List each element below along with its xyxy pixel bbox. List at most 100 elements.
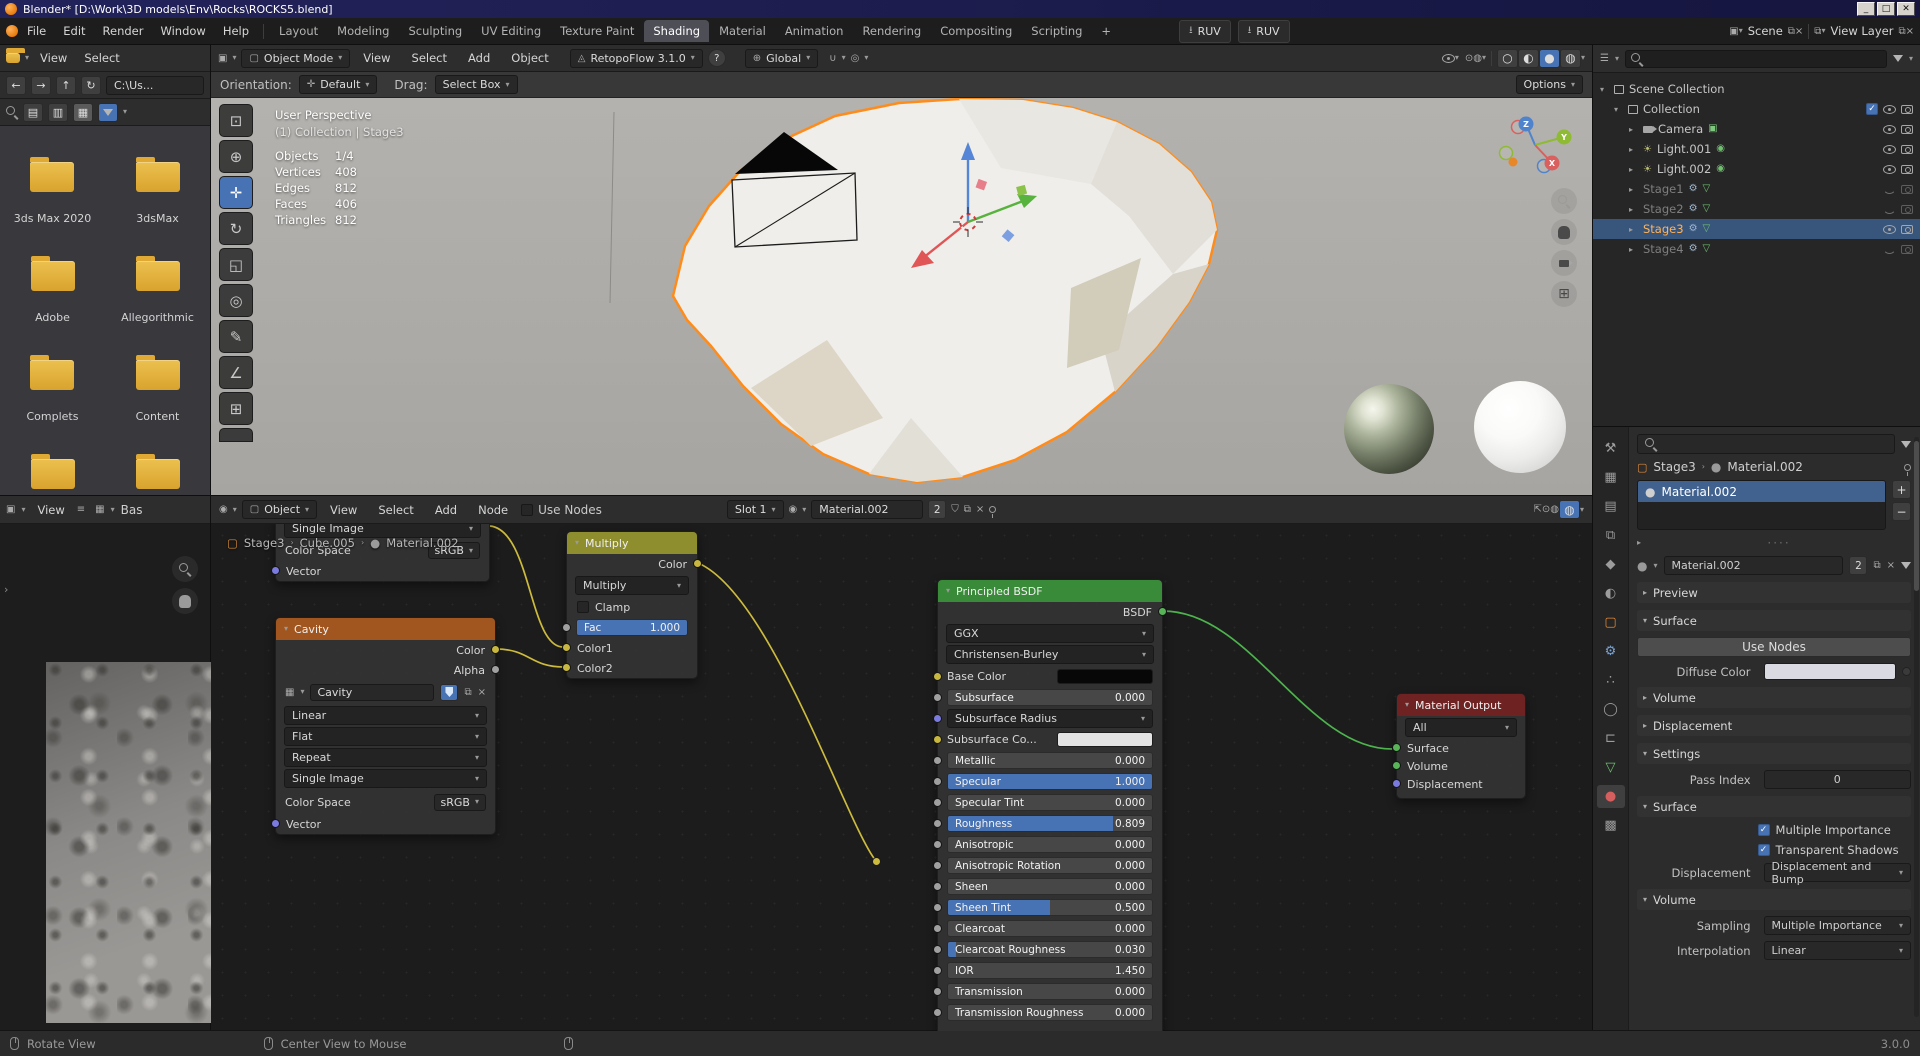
menu-render[interactable]: Render xyxy=(95,21,152,41)
subsurface-method-dropdown[interactable]: Christensen-Burley ▾ xyxy=(946,645,1154,664)
pan-hand-icon[interactable] xyxy=(1551,219,1577,245)
eye-icon[interactable] xyxy=(1883,164,1896,174)
transparent-shadows-checkbox[interactable]: ✓ xyxy=(1757,844,1770,856)
section-surface[interactable]: ▾ Surface xyxy=(1637,610,1911,631)
tool-transform[interactable]: ◎ xyxy=(219,284,253,317)
collapse-icon[interactable]: ▾ xyxy=(946,587,950,595)
new-material-icon[interactable]: ⧉ xyxy=(1873,560,1880,571)
shading-rendered-icon[interactable]: ◍ xyxy=(1559,48,1581,68)
subsurface-socket[interactable] xyxy=(933,692,942,702)
slot-dropdown[interactable]: Slot 1 ▾ xyxy=(726,500,784,519)
options-dropdown[interactable]: Options ▾ xyxy=(1515,75,1583,94)
anisotropic-rotation-slider[interactable]: Anisotropic Rotation 0.000 xyxy=(947,857,1153,874)
chevron-down-icon[interactable]: ▾ xyxy=(1580,505,1584,514)
node-header[interactable]: ▾ Multiply xyxy=(567,532,697,554)
node-cavity-image-texture[interactable]: ▾ Cavity Color Alpha ▦ ▾ Cavity ⧉ × Linea… xyxy=(271,617,500,835)
tool-scale[interactable]: ◱ xyxy=(219,248,253,281)
material-browse-icon[interactable]: ◉ xyxy=(789,504,798,515)
metallic-socket[interactable] xyxy=(933,755,942,765)
properties-search-field[interactable] xyxy=(1637,434,1895,454)
file-browser-editor-icon[interactable] xyxy=(6,48,25,63)
reroute-node[interactable] xyxy=(872,857,881,866)
zoom-icon[interactable] xyxy=(1551,188,1577,214)
folder-item[interactable]: Adobe xyxy=(30,256,75,360)
menu-file[interactable]: File xyxy=(19,21,54,41)
sheen-tint-socket[interactable] xyxy=(933,902,942,912)
refresh-icon[interactable]: ↻ xyxy=(81,75,101,95)
new-scene-icon[interactable]: ⧉ xyxy=(1788,26,1795,37)
tool-move[interactable]: ✛ xyxy=(219,176,253,209)
specials-icon[interactable]: ▸ xyxy=(1637,539,1641,547)
pin-icon[interactable] xyxy=(1904,463,1911,476)
interpolation-dropdown[interactable]: Linear ▾ xyxy=(284,706,487,725)
color-output-socket[interactable] xyxy=(491,645,500,654)
image-name[interactable]: Bas xyxy=(121,503,143,517)
ior-socket[interactable] xyxy=(933,965,942,975)
anisotropic-slider[interactable]: Anisotropic 0.000 xyxy=(947,836,1153,853)
fake-user-shield-icon[interactable]: ⛉ xyxy=(951,504,959,515)
menu-help[interactable]: Help xyxy=(215,21,257,41)
folder-item[interactable]: 3dsMax xyxy=(135,157,180,261)
tree-row-stage1[interactable]: ▸ Stage1 ⚙ ▽ xyxy=(1593,179,1920,199)
ruv-addon-button-1[interactable]: ⭳ RUV xyxy=(1179,19,1231,43)
display-list-icon[interactable]: ▤ xyxy=(23,102,43,122)
add-slot-button[interactable]: + xyxy=(1892,480,1911,499)
show-gizmo-icon[interactable]: ⊙ xyxy=(1465,53,1473,64)
folder-item[interactable]: Allegorithmic xyxy=(121,256,194,360)
chevron-down-icon[interactable]: ▾ xyxy=(864,54,868,62)
retopoflow-dropdown[interactable]: ◬ RetopoFlow 3.1.0 ▾ xyxy=(569,48,703,68)
editor-type-icon[interactable]: ☰ xyxy=(1600,53,1609,64)
roughness-slider[interactable]: Roughness 0.809 xyxy=(947,815,1153,832)
transmission-socket[interactable] xyxy=(933,986,942,996)
tree-row-light-001[interactable]: ▸ ☀ Light.001 ◉ xyxy=(1593,139,1920,159)
tab-view-layer[interactable]: ⧉ xyxy=(1597,524,1625,547)
overlays-icon[interactable]: ◍ xyxy=(1473,53,1482,64)
surface-socket[interactable] xyxy=(1392,743,1401,752)
tab-animation[interactable]: Animation xyxy=(776,20,853,42)
clearcoat-slider[interactable]: Clearcoat 0.000 xyxy=(947,920,1153,937)
tab-layout[interactable]: Layout xyxy=(270,20,327,42)
tool-add-cube[interactable]: ⊞ xyxy=(219,392,253,425)
collapse-icon[interactable]: ▾ xyxy=(575,539,579,547)
mesh-data-icon[interactable]: ▽ xyxy=(1703,224,1711,234)
volume-socket[interactable] xyxy=(1392,761,1401,770)
interpolation-dropdown[interactable]: Linear ▾ xyxy=(1763,941,1911,960)
section-settings[interactable]: ▾ Settings xyxy=(1637,743,1911,764)
overlays-icon[interactable]: ◍ xyxy=(1550,504,1559,515)
scene-icon[interactable]: ▣ xyxy=(1729,26,1738,37)
section-volume-cycles[interactable]: ▾ Volume xyxy=(1637,889,1911,910)
section-preview[interactable]: ▸ Preview xyxy=(1637,582,1911,603)
light-data-icon[interactable]: ◉ xyxy=(1716,164,1725,174)
view-layer-icon[interactable]: ⧉ xyxy=(1814,26,1821,37)
chevron-down-icon[interactable]: ▾ xyxy=(111,505,115,514)
shader-menu-node[interactable]: Node xyxy=(470,500,516,520)
tree-row-stage2[interactable]: ▸ Stage2 ⚙ ▽ xyxy=(1593,199,1920,219)
material-browse-icon[interactable]: ● xyxy=(1637,559,1647,573)
color1-socket[interactable] xyxy=(562,643,571,652)
folder-item[interactable] xyxy=(30,454,75,495)
material-slot-list[interactable]: ● Material.002 xyxy=(1637,480,1886,530)
unlink-icon[interactable]: × xyxy=(478,687,486,698)
users-count-button[interactable]: 2 xyxy=(1849,556,1868,575)
camera-render-icon[interactable] xyxy=(1901,144,1913,154)
scene-name[interactable]: Scene xyxy=(1743,21,1788,41)
add-workspace-button[interactable]: + xyxy=(1092,20,1120,42)
color-output-socket[interactable] xyxy=(693,559,702,568)
displacement-dropdown[interactable]: Displacement and Bump ▾ xyxy=(1763,860,1911,886)
chevron-down-icon[interactable]: ▾ xyxy=(1653,561,1657,570)
close-button[interactable]: ✕ xyxy=(1897,2,1915,16)
file-browser-menu-view[interactable]: View xyxy=(34,49,73,67)
fake-user-shield-icon[interactable] xyxy=(440,683,459,701)
use-nodes-button[interactable]: Use Nodes xyxy=(1637,637,1911,657)
light-data-icon[interactable]: ◉ xyxy=(1716,144,1725,154)
zoom-icon[interactable] xyxy=(172,556,198,582)
new-view-layer-icon[interactable]: ⧉ xyxy=(1898,26,1905,37)
node-multiply-mix[interactable]: ▾ Multiply Color Multiply ▾ Clamp Fac 1.00… xyxy=(562,531,702,679)
filter-icon[interactable] xyxy=(1892,55,1903,62)
pin-icon[interactable] xyxy=(989,506,997,518)
tool-rotate[interactable]: ↻ xyxy=(219,212,253,245)
tree-row-collection[interactable]: ▾ Collection ✓ xyxy=(1593,99,1920,119)
tab-physics[interactable]: ◯ xyxy=(1597,698,1625,721)
eye-closed-icon[interactable] xyxy=(1883,245,1896,254)
specular-tint-slider[interactable]: Specular Tint 0.000 xyxy=(947,794,1153,811)
